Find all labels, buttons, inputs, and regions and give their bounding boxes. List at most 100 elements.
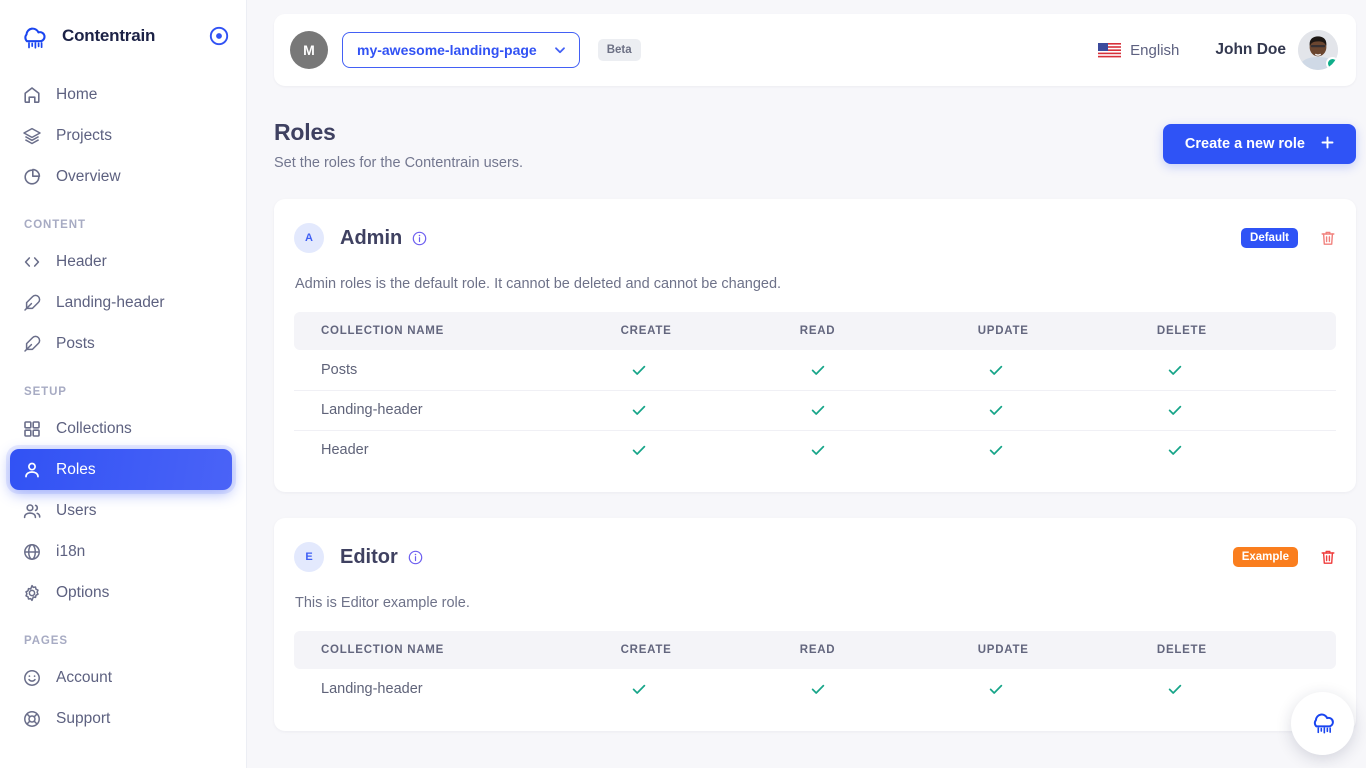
sidebar-item-posts[interactable]: Posts (10, 323, 232, 364)
sidebar: Contentrain Home Projects (0, 0, 247, 768)
create-new-role-label: Create a new role (1185, 136, 1305, 152)
sidebar-item-label: Collections (56, 420, 132, 438)
cell-collection-name: Landing-header (294, 390, 621, 430)
sidebar-item-collections[interactable]: Collections (10, 408, 232, 449)
sidebar-item-label: Header (56, 253, 107, 271)
feather-icon (22, 334, 42, 354)
home-icon (22, 85, 42, 105)
cell-update[interactable] (978, 430, 1157, 470)
gear-icon (22, 583, 42, 603)
table-row: Landing-header (294, 390, 1336, 430)
page-header: Roles Set the roles for the Contentrain … (274, 86, 1356, 171)
cell-delete[interactable] (1157, 390, 1336, 430)
workspace-avatar[interactable]: M (290, 31, 328, 69)
role-description: This is Editor example role. (294, 595, 1336, 611)
sidebar-item-label: Users (56, 502, 96, 520)
check-icon (631, 442, 647, 458)
check-icon (1167, 681, 1183, 697)
cell-collection-name: Header (294, 430, 621, 470)
code-icon (22, 252, 42, 272)
column-header-update: UPDATE (978, 312, 1157, 350)
cell-read[interactable] (800, 350, 978, 390)
cell-delete[interactable] (1157, 430, 1336, 470)
smiley-icon (22, 668, 42, 688)
circle-dot-toggle-icon[interactable] (208, 25, 230, 47)
cell-update[interactable] (978, 350, 1157, 390)
us-flag-icon (1098, 43, 1121, 58)
page-subtitle: Set the roles for the Contentrain users. (274, 155, 523, 171)
sidebar-item-users[interactable]: Users (10, 490, 232, 531)
sidebar-item-label: Landing-header (56, 294, 165, 312)
chat-support-button[interactable] (1291, 692, 1354, 755)
check-icon (810, 681, 826, 697)
column-header-collection-name: COLLECTION NAME (294, 312, 621, 350)
column-header-read: READ (800, 631, 978, 669)
status-badge: Example (1233, 547, 1298, 567)
sidebar-item-roles[interactable]: Roles (10, 449, 232, 490)
trash-icon[interactable] (1320, 549, 1336, 566)
sidebar-item-projects[interactable]: Projects (10, 115, 232, 156)
project-selector[interactable]: my-awesome-landing-page (342, 32, 580, 68)
check-icon (631, 362, 647, 378)
nav-section-label-pages: PAGES (0, 615, 246, 657)
table-row: Landing-header (294, 669, 1336, 709)
topbar-right: English John Doe (1098, 30, 1338, 70)
cell-create[interactable] (621, 390, 800, 430)
topbar: M my-awesome-landing-page Beta (274, 14, 1356, 86)
info-icon[interactable] (408, 550, 423, 565)
create-new-role-button[interactable]: Create a new role (1163, 124, 1356, 164)
language-selector[interactable]: English (1098, 42, 1179, 59)
sidebar-item-account[interactable]: Account (10, 657, 232, 698)
cell-create[interactable] (621, 350, 800, 390)
check-icon (810, 362, 826, 378)
sidebar-item-overview[interactable]: Overview (10, 156, 232, 197)
check-icon (988, 442, 1004, 458)
layers-icon (22, 126, 42, 146)
status-badge: Default (1241, 228, 1298, 248)
app-root: Contentrain Home Projects (0, 0, 1366, 768)
cell-create[interactable] (621, 669, 800, 709)
table-row: Header (294, 430, 1336, 470)
user-name: John Doe (1215, 41, 1286, 59)
column-header-read: READ (800, 312, 978, 350)
nav-group-content: CONTENT Header Landing-header Posts (0, 197, 246, 364)
nav-group-pages: PAGES Account Support (0, 613, 246, 739)
role-card-header: A Admin Default (294, 223, 1336, 253)
globe-icon (22, 542, 42, 562)
cell-create[interactable] (621, 430, 800, 470)
cell-read[interactable] (800, 430, 978, 470)
sidebar-item-landing-header[interactable]: Landing-header (10, 282, 232, 323)
check-icon (1167, 402, 1183, 418)
cell-collection-name: Landing-header (294, 669, 621, 709)
page-title: Roles (274, 119, 523, 146)
beta-badge: Beta (598, 39, 641, 61)
info-icon[interactable] (412, 231, 427, 246)
sidebar-item-support[interactable]: Support (10, 698, 232, 739)
column-header-delete: DELETE (1157, 631, 1336, 669)
role-avatar: A (294, 223, 324, 253)
permissions-table: COLLECTION NAME CREATE READ UPDATE DELET… (294, 312, 1336, 470)
main-content: M my-awesome-landing-page Beta (247, 0, 1366, 768)
cell-update[interactable] (978, 390, 1157, 430)
sidebar-item-label: Roles (56, 461, 96, 479)
page-header-text: Roles Set the roles for the Contentrain … (274, 119, 523, 171)
cell-update[interactable] (978, 669, 1157, 709)
trash-icon[interactable] (1320, 230, 1336, 247)
cell-read[interactable] (800, 390, 978, 430)
status-badge (1326, 57, 1338, 70)
sidebar-item-label: i18n (56, 543, 85, 561)
permissions-table: COLLECTION NAME CREATE READ UPDATE DELET… (294, 631, 1336, 709)
cell-collection-name: Posts (294, 350, 621, 390)
role-name: Admin (340, 227, 402, 250)
avatar[interactable] (1298, 30, 1338, 70)
cell-delete[interactable] (1157, 350, 1336, 390)
cell-read[interactable] (800, 669, 978, 709)
sidebar-item-header[interactable]: Header (10, 241, 232, 282)
sidebar-item-home[interactable]: Home (10, 74, 232, 115)
check-icon (988, 402, 1004, 418)
cloud-logo-icon (16, 21, 52, 51)
sidebar-nav: Home Projects Overview CONTENT Header (0, 72, 246, 739)
sidebar-item-i18n[interactable]: i18n (10, 531, 232, 572)
role-avatar: E (294, 542, 324, 572)
sidebar-item-options[interactable]: Options (10, 572, 232, 613)
